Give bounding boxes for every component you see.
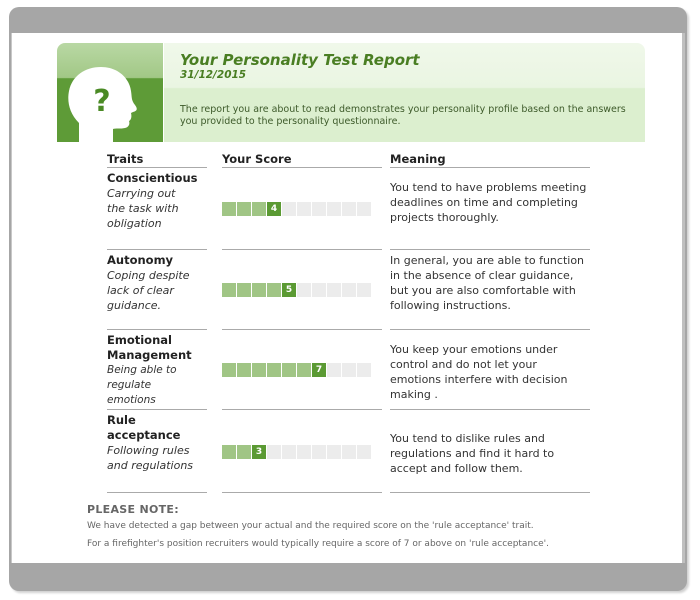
row-divider xyxy=(390,409,590,410)
trait-name: Autonomy xyxy=(107,253,174,267)
score-cell-empty xyxy=(357,283,371,297)
trait-description: Being able to regulate emotions xyxy=(107,364,177,406)
header-divider xyxy=(107,167,207,168)
score-cell-filled xyxy=(282,363,296,377)
score-cell-empty xyxy=(267,445,281,459)
score-cell-empty xyxy=(327,445,341,459)
column-header-meaning: Meaning xyxy=(390,152,446,166)
banner-text-panel: Your Personality Test Report 31/12/2015 … xyxy=(164,43,645,142)
score-cell-current: 7 xyxy=(312,363,326,377)
score-cell-current: 3 xyxy=(252,445,266,459)
score-cell-filled xyxy=(297,363,311,377)
row-divider xyxy=(107,409,207,410)
trait-description: Carrying out the task with obligation xyxy=(107,187,179,230)
score-cell-filled xyxy=(267,363,281,377)
row-divider xyxy=(222,329,382,330)
row-divider xyxy=(222,492,382,493)
score-bar: 7 xyxy=(222,363,371,377)
score-cell-empty xyxy=(297,283,311,297)
svg-text:?: ? xyxy=(93,84,110,119)
score-cell-empty xyxy=(357,445,371,459)
trait-name: Rule acceptance xyxy=(107,413,181,442)
score-cell-filled xyxy=(222,202,236,216)
trait-meaning: You tend to dislike rules and regulation… xyxy=(390,432,555,475)
score-cell-empty xyxy=(342,283,356,297)
trait-meaning: You tend to have problems meeting deadli… xyxy=(390,181,587,224)
score-cell-empty xyxy=(312,283,326,297)
score-cell-filled xyxy=(222,283,236,297)
score-cell-filled xyxy=(222,445,236,459)
note-title: PLEASE NOTE: xyxy=(87,503,179,516)
score-cell-empty xyxy=(327,363,341,377)
header-divider xyxy=(222,167,382,168)
row-divider xyxy=(390,329,590,330)
row-divider xyxy=(390,492,590,493)
row-divider xyxy=(107,492,207,493)
trait-description: Coping despite lack of clear guidance. xyxy=(107,269,190,312)
row-divider xyxy=(390,249,590,250)
trait-meaning: You keep your emotions under control and… xyxy=(390,343,568,401)
score-cell-filled xyxy=(237,363,251,377)
trait-description: Following rules and regulations xyxy=(107,444,194,472)
score-cell-filled xyxy=(237,202,251,216)
score-cell-empty xyxy=(282,445,296,459)
row-divider xyxy=(107,329,207,330)
score-bar: 5 xyxy=(222,283,371,297)
header-divider xyxy=(390,167,590,168)
row-divider xyxy=(107,249,207,250)
row-divider xyxy=(222,409,382,410)
score-cell-empty xyxy=(327,202,341,216)
report-date: 31/12/2015 xyxy=(180,69,247,81)
score-cell-empty xyxy=(342,202,356,216)
report-intro: The report you are about to read demonst… xyxy=(180,104,626,127)
trait-meaning: In general, you are able to function in … xyxy=(390,254,585,312)
report-banner: ? Your Personality Test Report 31/12/201… xyxy=(57,43,645,142)
score-cell-empty xyxy=(297,445,311,459)
score-cell-filled xyxy=(222,363,236,377)
score-cell-filled xyxy=(267,283,281,297)
trait-name: Emotional Management xyxy=(107,333,192,362)
score-cell-empty xyxy=(357,363,371,377)
note-line-gap: We have detected a gap between your actu… xyxy=(87,521,534,531)
column-header-traits: Traits xyxy=(107,152,144,166)
note-line-requirement: For a firefighter's position recruiters … xyxy=(87,539,549,549)
column-header-score: Your Score xyxy=(222,152,292,166)
score-cell-current: 5 xyxy=(282,283,296,297)
row-divider xyxy=(222,249,382,250)
head-question-icon: ? xyxy=(57,43,163,142)
score-cell-empty xyxy=(312,202,326,216)
score-cell-empty xyxy=(282,202,296,216)
score-cell-empty xyxy=(312,445,326,459)
score-cell-empty xyxy=(327,283,341,297)
score-cell-current: 4 xyxy=(267,202,281,216)
score-cell-filled xyxy=(252,202,266,216)
score-bar: 3 xyxy=(222,445,371,459)
score-cell-filled xyxy=(237,445,251,459)
score-cell-empty xyxy=(342,363,356,377)
score-cell-filled xyxy=(252,283,266,297)
score-cell-empty xyxy=(357,202,371,216)
trait-name: Conscientious xyxy=(107,171,198,185)
score-cell-filled xyxy=(237,283,251,297)
score-cell-empty xyxy=(297,202,311,216)
score-bar: 4 xyxy=(222,202,371,216)
score-cell-empty xyxy=(342,445,356,459)
report-title: Your Personality Test Report xyxy=(180,51,420,69)
score-cell-filled xyxy=(252,363,266,377)
